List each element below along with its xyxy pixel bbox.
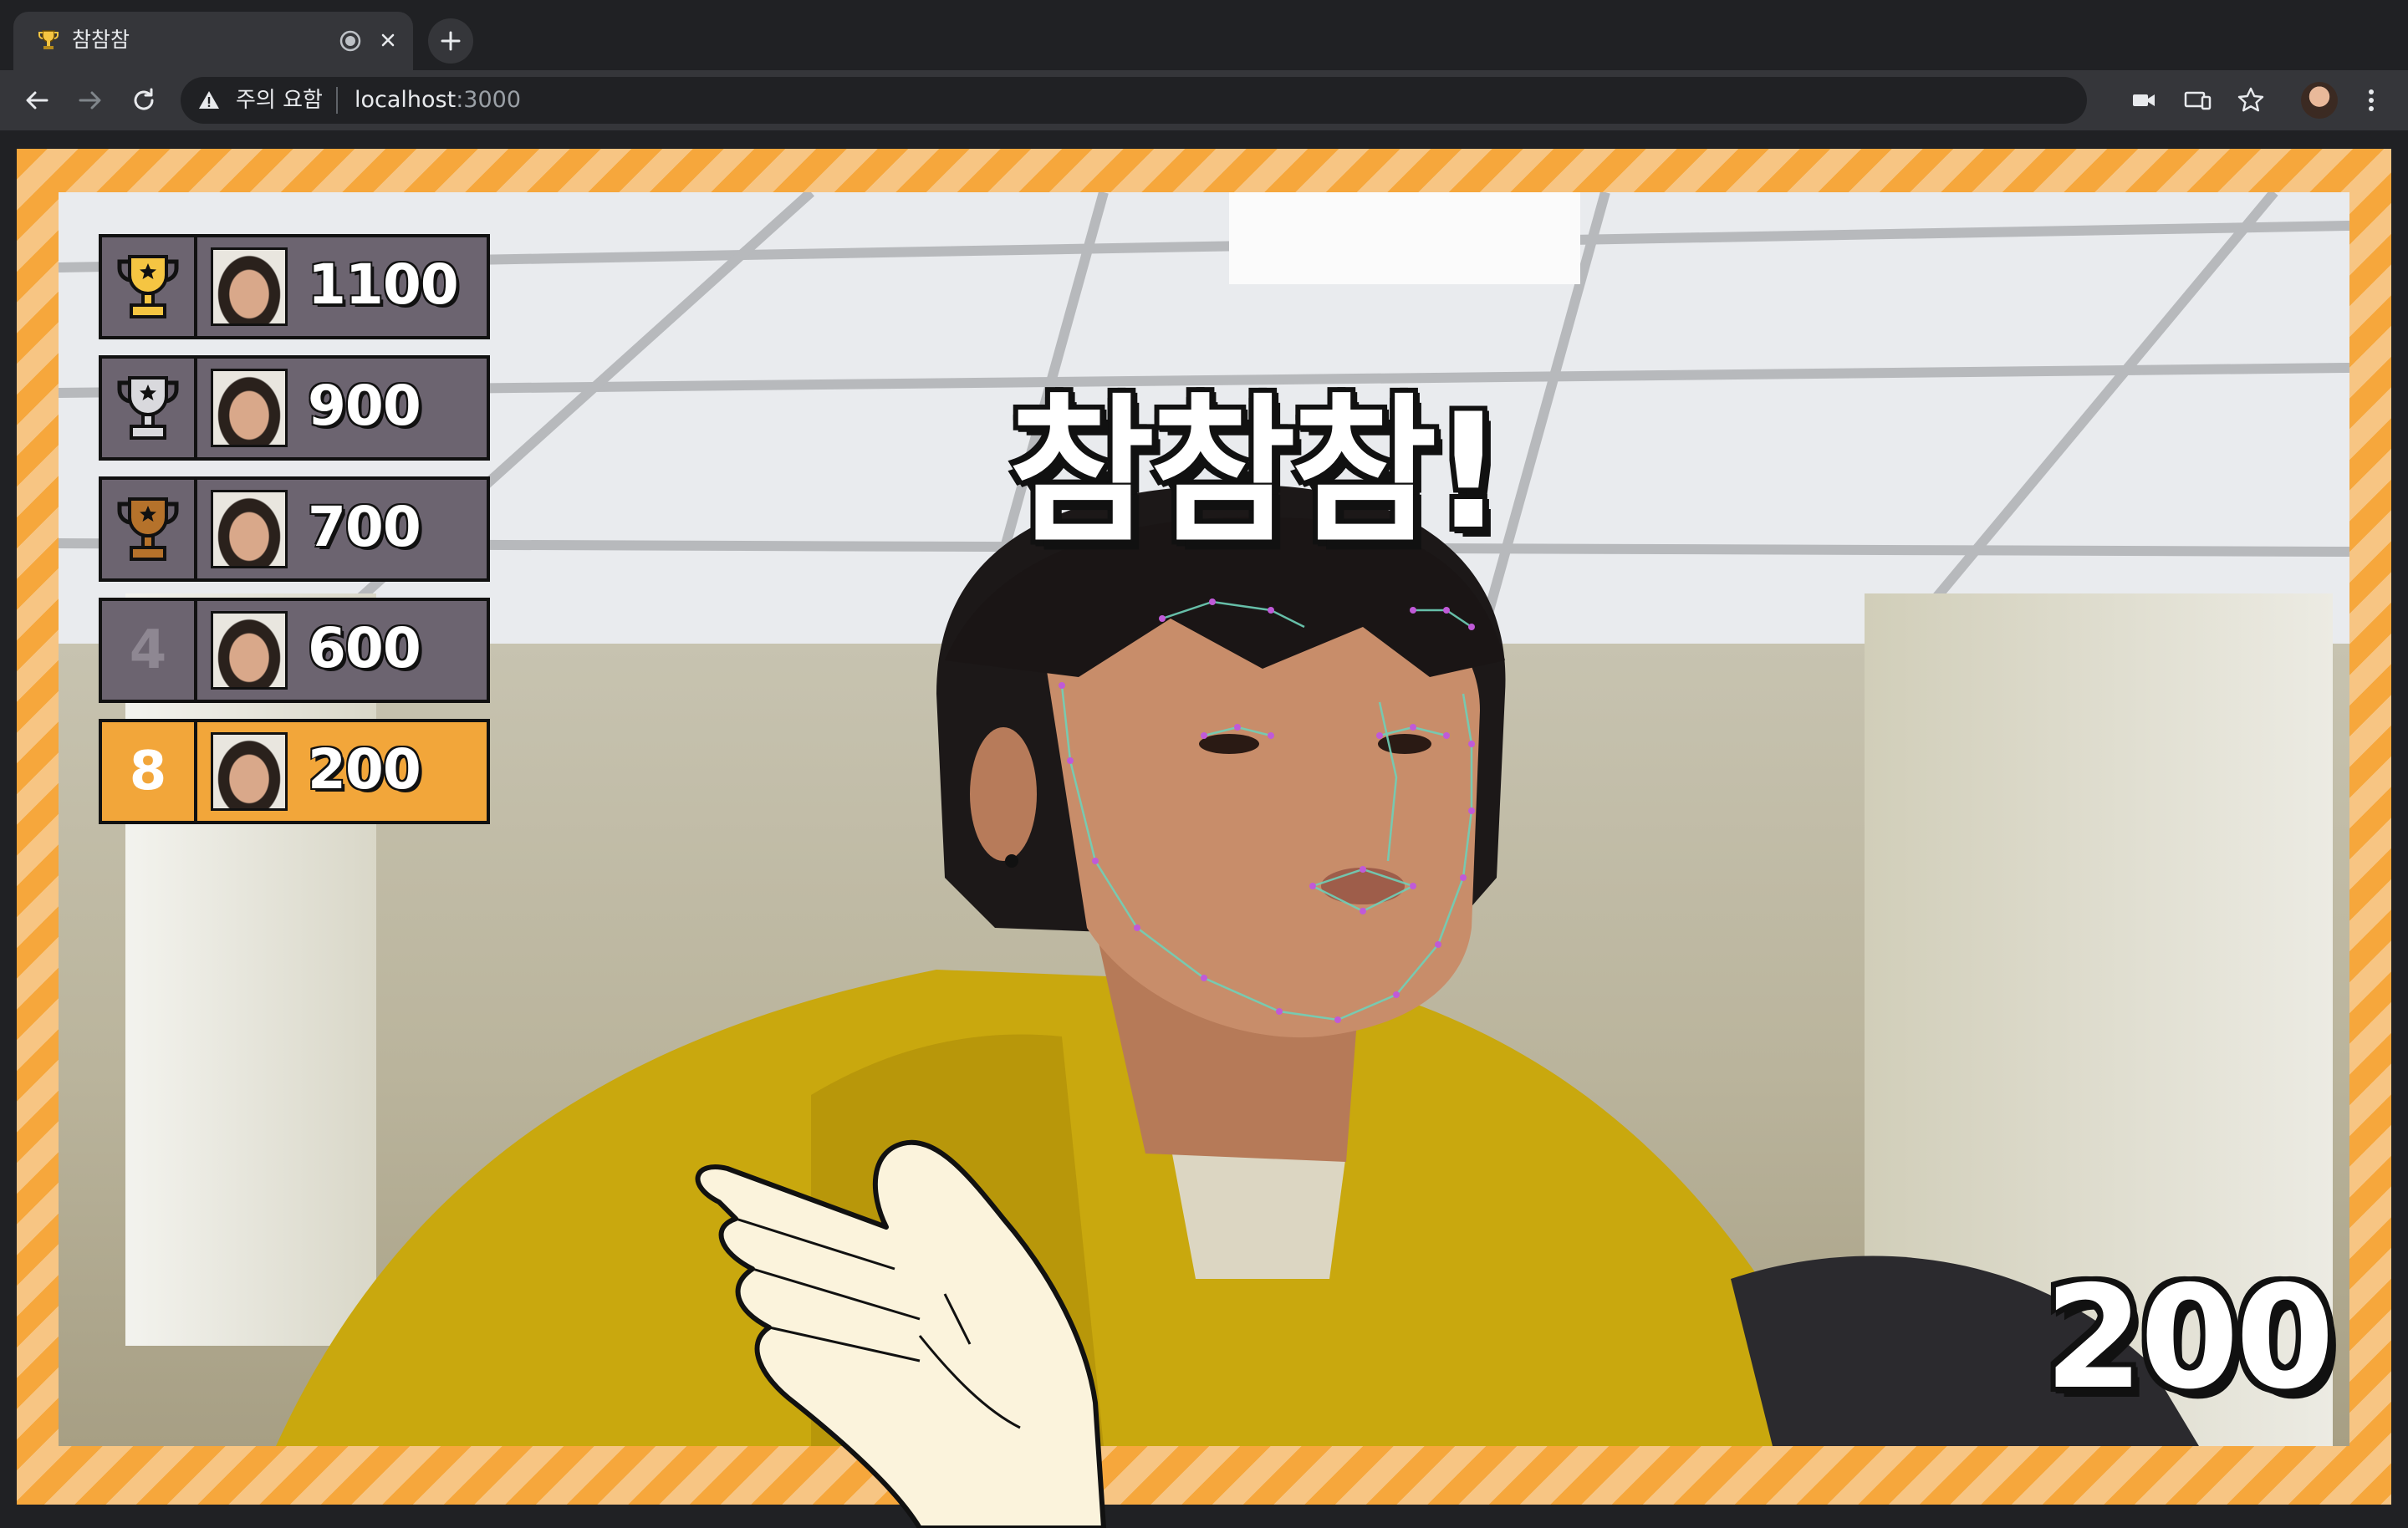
rank-cell <box>102 480 197 578</box>
tab-strip: 참참참 <box>0 0 2408 70</box>
rank-number: 4 <box>129 619 167 681</box>
cartoon-hand-icon <box>695 1139 1106 1528</box>
leaderboard: 1100 900 700 4 600 8 200 <box>99 234 495 840</box>
cast-device-icon[interactable] <box>2181 84 2214 117</box>
browser-toolbar: 주의 요함 localhost:3000 <box>0 70 2408 130</box>
player-score: 900 <box>308 374 421 438</box>
new-tab-button[interactable] <box>428 18 473 64</box>
leaderboard-row-1: 1100 <box>99 234 490 339</box>
player-avatar <box>211 369 288 447</box>
profile-avatar[interactable] <box>2301 82 2338 119</box>
camera-in-use-icon[interactable] <box>2127 84 2161 117</box>
trophy-favicon-icon <box>38 30 59 49</box>
security-warning-label[interactable]: 주의 요함 <box>236 87 323 114</box>
recording-indicator-icon <box>339 30 361 52</box>
menu-kebab-icon[interactable] <box>2354 84 2388 117</box>
rank-cell: 8 <box>102 722 197 821</box>
forward-arrow-icon[interactable] <box>74 84 107 117</box>
url-port: :3000 <box>456 87 522 113</box>
rank-cell <box>102 359 197 457</box>
rank-cell: 4 <box>102 601 197 700</box>
leaderboard-row-me: 8 200 <box>99 719 490 824</box>
warning-icon[interactable] <box>197 89 221 112</box>
player-score: 1100 <box>308 252 459 317</box>
close-tab-icon[interactable] <box>375 27 401 53</box>
striped-frame: 1100 900 700 4 600 8 200 참참참! 200 <box>17 149 2391 1528</box>
address-bar[interactable]: 주의 요함 localhost:3000 <box>181 77 2087 124</box>
player-avatar <box>211 732 288 811</box>
leaderboard-row-2: 900 <box>99 355 490 461</box>
leaderboard-row-3: 700 <box>99 476 490 582</box>
browser-tab[interactable]: 참참참 <box>13 12 413 70</box>
url-text[interactable]: localhost:3000 <box>355 87 521 114</box>
tab-title: 참참참 <box>72 28 130 52</box>
player-score: 600 <box>308 616 421 680</box>
back-arrow-icon[interactable] <box>20 84 54 117</box>
leaderboard-row-4: 4 600 <box>99 598 490 703</box>
player-avatar <box>211 247 288 326</box>
rank-cell <box>102 237 197 336</box>
player-avatar <box>211 611 288 690</box>
silver-trophy-icon <box>117 376 179 440</box>
reload-icon[interactable] <box>127 84 161 117</box>
omnibox-divider <box>336 87 338 114</box>
plus-icon <box>441 31 461 51</box>
gold-trophy-icon <box>117 255 179 318</box>
player-avatar <box>211 490 288 568</box>
player-score: 700 <box>308 495 421 559</box>
rank-number: 8 <box>129 741 167 802</box>
game-title: 참참참! <box>1008 379 1504 564</box>
player-score: 200 <box>308 737 421 802</box>
page-viewport: 1100 900 700 4 600 8 200 참참참! 200 <box>0 130 2408 1528</box>
bronze-trophy-icon <box>117 497 179 561</box>
url-host: localhost <box>355 87 457 113</box>
current-score: 200 <box>2044 1256 2334 1421</box>
bookmark-star-icon[interactable] <box>2234 84 2268 117</box>
